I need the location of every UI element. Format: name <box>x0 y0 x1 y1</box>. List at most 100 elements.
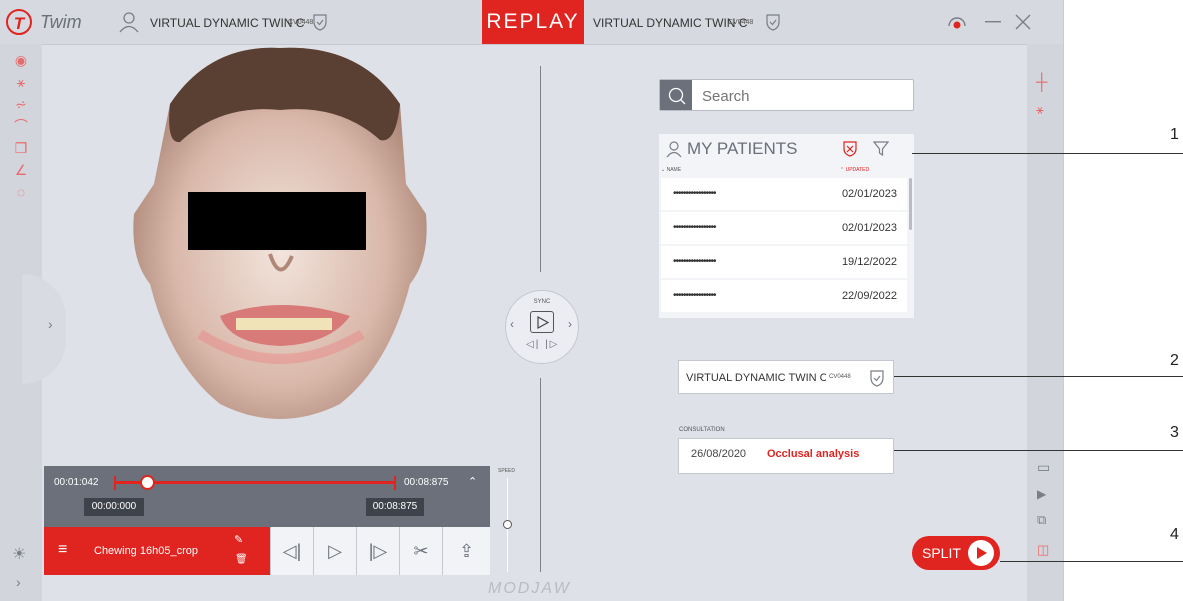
chevron-right-icon[interactable]: › <box>16 574 21 590</box>
edit-icon[interactable]: ✎ <box>234 533 243 546</box>
consultation-type: Occlusal analysis <box>767 448 860 460</box>
patient-name: ••••••••••••••••• <box>673 188 717 199</box>
angle-icon[interactable]: ∠ <box>10 162 32 178</box>
speed-label: SPEED <box>498 468 515 474</box>
step-back-button[interactable]: ◁| <box>270 527 313 575</box>
step-back-icon: ◁| <box>282 541 302 561</box>
case-title: VIRTUAL DYNAMIC TWIN CAS <box>686 372 826 384</box>
callout-line <box>894 376 1183 377</box>
face-3d-view[interactable] <box>100 44 460 434</box>
right-toolbar: ┼ ⚹ ▭ ▶ ⧉ ◫ <box>1027 44 1063 601</box>
twim-logo: T <box>6 9 32 35</box>
patient-updated: 02/01/2023 <box>841 222 897 234</box>
case-selector[interactable]: VIRTUAL DYNAMIC TWIN CAS CV0448 <box>678 360 894 394</box>
step-forward-button[interactable]: |▷ <box>356 527 399 575</box>
column-name-label: NAME <box>666 167 682 173</box>
marker-right-time: 00:08:875 <box>366 498 424 516</box>
column-updated-header[interactable]: ⌃ UPDATED <box>840 167 869 173</box>
filter-icon[interactable] <box>873 140 889 157</box>
scissors-icon: ✂ <box>413 541 429 561</box>
video-icon[interactable]: ▶ <box>1037 487 1046 501</box>
patient-row[interactable]: ••••••••••••••••• 19/12/2022 <box>661 246 907 278</box>
playhead-knob[interactable] <box>140 475 155 490</box>
top-bar: T Twim VIRTUAL DYNAMIC TWIN C CV0448 REP… <box>0 0 1063 45</box>
brightness-icon[interactable]: ☀ <box>12 544 26 564</box>
menu-icon[interactable]: ≡ <box>58 541 67 559</box>
consultation-entry[interactable]: 26/08/2020 Occlusal analysis <box>678 438 894 474</box>
left-toolbar: ◉ ⚹ ⩫ ⌒ ❒ ∠ ◌ › ☀ › <box>0 44 66 601</box>
patient-row[interactable]: ••••••••••••••••• 02/01/2023 <box>661 212 907 244</box>
patients-title: MY PATIENTS <box>687 139 798 158</box>
arch-icon[interactable]: ⌒ <box>10 118 32 134</box>
share-icon: ⇪ <box>458 541 475 561</box>
split-view-icon[interactable]: ◫ <box>1037 542 1049 558</box>
search-button[interactable] <box>660 80 692 110</box>
head-icon[interactable]: ◌ <box>10 184 32 200</box>
crosshair-icon[interactable]: ┼ <box>1036 74 1047 92</box>
callout-number: 3 <box>1170 424 1179 441</box>
shield-icon[interactable] <box>312 13 328 31</box>
callout-number: 2 <box>1170 352 1179 369</box>
trash-icon[interactable]: 🗑 <box>235 554 248 565</box>
play-icon <box>537 316 549 329</box>
split-label: SPLIT <box>922 545 961 561</box>
user-icon[interactable] <box>118 11 140 33</box>
shield-icon[interactable] <box>869 369 885 387</box>
trim-start-handle[interactable] <box>114 476 116 490</box>
right-case-title[interactable]: VIRTUAL DYNAMIC TWIN C <box>593 16 747 30</box>
eye-icon[interactable]: ◉ <box>10 52 32 68</box>
folder-icon[interactable]: ▭ <box>1037 459 1050 476</box>
chevron-right-icon[interactable]: › <box>568 317 572 331</box>
divider-line <box>540 66 541 272</box>
step-icons[interactable]: ◁| |▷ <box>526 339 559 350</box>
patient-search[interactable] <box>659 79 914 111</box>
image-icon[interactable]: ⧉ <box>1037 512 1046 528</box>
chevron-up-icon[interactable]: ⌃ <box>468 475 477 488</box>
divider-line <box>540 378 541 572</box>
shield-icon[interactable] <box>765 13 781 31</box>
consultation-label: CONSULTATION <box>679 427 725 433</box>
trim-end-handle[interactable] <box>394 476 396 490</box>
column-name-header[interactable]: ⌄ NAME <box>661 167 681 173</box>
marker-left-time: 00:00:000 <box>84 498 144 516</box>
sync-control[interactable]: SYNC ‹ › ◁| |▷ <box>505 290 579 364</box>
record-icon[interactable] <box>945 13 969 31</box>
tooth-icon[interactable]: ❒ <box>10 140 32 156</box>
callout-line <box>1000 561 1183 562</box>
clear-filter-icon[interactable] <box>842 140 858 157</box>
sync-play-button[interactable] <box>530 311 554 333</box>
play-circle-icon <box>968 540 994 566</box>
patient-row[interactable]: ••••••••••••••••• 22/09/2022 <box>661 280 907 312</box>
replay-mode-label: REPLAY <box>482 0 584 44</box>
patient-row[interactable]: ••••••••••••••••• 02/01/2023 <box>661 178 907 210</box>
close-icon[interactable] <box>1015 14 1031 30</box>
search-icon <box>668 87 686 105</box>
recording-name: Chewing 16h05_crop <box>94 545 198 557</box>
left-case-title[interactable]: VIRTUAL DYNAMIC TWIN C <box>150 16 304 30</box>
modjaw-watermark: MODJAW <box>488 580 571 597</box>
chevron-right-icon[interactable]: › <box>48 316 53 332</box>
search-input[interactable] <box>700 84 909 108</box>
step-forward-icon: |▷ <box>368 541 388 561</box>
left-panel-handle[interactable] <box>22 274 66 384</box>
patient-name: ••••••••••••••••• <box>673 222 717 233</box>
skeleton-icon[interactable]: ⚹ <box>1036 102 1044 118</box>
list-scrollbar[interactable] <box>909 178 912 230</box>
start-time: 00:01:042 <box>54 477 99 488</box>
cut-button[interactable]: ✂ <box>399 527 442 575</box>
minimize-icon[interactable] <box>985 21 1001 23</box>
callout-line <box>912 153 1183 154</box>
playback-controls: ≡ Chewing 16h05_crop ✎ 🗑 ◁| ▷ |▷ ✂ ⇪ <box>44 527 490 575</box>
chevron-left-icon[interactable]: ‹ <box>510 317 514 331</box>
end-time: 00:08:875 <box>404 477 449 488</box>
callout-number: 1 <box>1170 126 1179 143</box>
jaw-axis-icon[interactable]: ⩫ <box>10 96 32 112</box>
export-button[interactable]: ⇪ <box>442 527 490 575</box>
timeline-track[interactable] <box>114 481 396 484</box>
skeleton-icon[interactable]: ⚹ <box>10 74 32 90</box>
callout-number: 4 <box>1170 526 1179 543</box>
column-updated-label: UPDATED <box>845 167 870 173</box>
split-button[interactable]: SPLIT <box>912 536 1000 570</box>
play-button[interactable]: ▷ <box>313 527 356 575</box>
speed-slider-knob[interactable] <box>503 520 512 529</box>
